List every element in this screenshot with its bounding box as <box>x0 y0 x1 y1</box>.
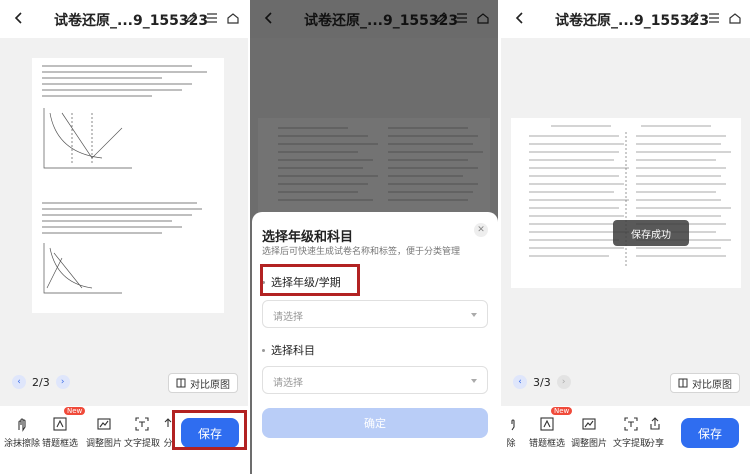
hand-erase-icon <box>18 418 26 432</box>
bullet-dot <box>262 348 265 352</box>
save-button[interactable]: 保存 <box>681 418 739 448</box>
compare-icon <box>678 378 688 388</box>
dialog-title: 选择年级和科目 <box>262 230 354 245</box>
tool-label: 文字提取 <box>123 439 160 449</box>
tool-share[interactable]: 分享 <box>635 416 675 449</box>
page-preview-area <box>501 38 750 368</box>
next-page-button[interactable]: › <box>556 375 571 389</box>
compare-original-button[interactable]: 对比原图 <box>670 373 740 393</box>
subject-placeholder: 请选择 <box>273 378 303 389</box>
next-page-button[interactable]: › <box>55 375 70 389</box>
subject-select[interactable]: 请选择 <box>262 366 488 394</box>
text-extract-icon <box>135 417 149 431</box>
chevron-down-icon <box>471 379 477 383</box>
highlight-grade-box <box>260 264 360 296</box>
adjust-image-icon <box>582 418 596 430</box>
tool-smudge-erase[interactable]: 涂抹擦除 <box>2 416 42 449</box>
page-pager: ‹ 3/3 › <box>513 375 571 389</box>
grade-placeholder: 请选择 <box>273 312 303 323</box>
page-pager: ‹ 2/3 › <box>12 375 70 389</box>
compare-original-button[interactable]: 对比原图 <box>168 373 238 393</box>
page-preview-area <box>0 38 248 368</box>
hand-erase-icon <box>511 419 515 431</box>
confirm-button[interactable]: 确定 <box>262 408 488 438</box>
panel-grade-subject-dialog: 试卷还原_...9_155323 选择年级和科目 选择后可快速生成试卷名称和标签… <box>250 0 498 474</box>
bottom-toolbar: 除 New 错题框选 调整图片 文字提取 分享 保存 <box>501 406 750 474</box>
back-arrow-icon[interactable] <box>513 11 527 25</box>
subject-section-label: 选择科目 <box>262 342 315 358</box>
adjust-image-icon <box>97 418 111 430</box>
frame-select-icon <box>53 417 67 431</box>
new-badge: New <box>551 407 573 415</box>
tool-label: 调整图片 <box>570 439 607 449</box>
exam-page-image <box>511 118 741 288</box>
close-icon[interactable]: ✕ <box>474 223 488 237</box>
tool-label: 调整图片 <box>85 439 122 449</box>
tool-adjust-image[interactable]: 调整图片 <box>84 416 124 449</box>
back-arrow-icon[interactable] <box>12 11 26 25</box>
edit-icon[interactable] <box>184 11 198 25</box>
top-bar: 试卷还原_...9_155323 <box>250 0 498 38</box>
list-icon[interactable] <box>455 11 469 25</box>
tool-text-extract[interactable]: 文字提取 <box>122 416 162 449</box>
home-icon[interactable] <box>728 11 742 25</box>
panel-edit-page: 试卷还原_...9_155323 ‹ 2/3 › 对比原图 涂抹擦除 New 错… <box>0 0 248 474</box>
new-badge: New <box>64 407 86 415</box>
top-bar: 试卷还原_...9_155323 <box>501 0 750 38</box>
page-count: 2/3 <box>32 375 50 389</box>
prev-page-button[interactable]: ‹ <box>12 375 26 389</box>
tool-label: 分享 <box>645 439 664 449</box>
grade-select[interactable]: 请选择 <box>262 300 488 328</box>
tool-label: 错题框选 <box>41 439 78 449</box>
page-count: 3/3 <box>533 375 551 389</box>
panel-saved: 试卷还原_...9_155323 保存成功 ‹ 3/3 › 对比原图 除 New… <box>501 0 750 474</box>
home-icon[interactable] <box>226 11 240 25</box>
back-arrow-icon[interactable] <box>262 11 276 25</box>
list-icon[interactable] <box>707 11 721 25</box>
top-bar: 试卷还原_...9_155323 <box>0 0 248 38</box>
tool-label: 错题框选 <box>528 439 565 449</box>
home-icon[interactable] <box>476 11 490 25</box>
tool-label: 除 <box>506 439 516 449</box>
edit-icon[interactable] <box>434 11 448 25</box>
tool-wrong-question-select[interactable]: New 错题框选 <box>527 407 573 449</box>
frame-select-icon <box>540 417 554 431</box>
subject-label: 选择科目 <box>271 344 315 357</box>
tool-label: 涂抹擦除 <box>3 439 40 449</box>
tool-adjust-image[interactable]: 调整图片 <box>569 416 609 449</box>
prev-page-button[interactable]: ‹ <box>513 375 527 389</box>
tool-wrong-question-select[interactable]: New 错题框选 <box>40 407 86 449</box>
compare-label: 对比原图 <box>190 379 230 391</box>
compare-icon <box>176 378 186 388</box>
highlight-save-box <box>172 410 247 450</box>
grade-subject-sheet: 选择年级和科目 选择后可快速生成试卷名称和标签，便于分类管理 ✕ 选择年级/学期… <box>252 212 498 474</box>
save-success-toast: 保存成功 <box>613 220 689 246</box>
share-icon <box>650 417 660 430</box>
compare-label: 对比原图 <box>692 379 732 391</box>
list-icon[interactable] <box>205 11 219 25</box>
exam-page-image <box>32 58 224 313</box>
tool-smudge-erase[interactable]: 除 <box>501 416 521 449</box>
dialog-subtitle: 选择后可快速生成试卷名称和标签，便于分类管理 <box>262 247 461 257</box>
chevron-down-icon <box>471 313 477 317</box>
edit-icon[interactable] <box>686 11 700 25</box>
